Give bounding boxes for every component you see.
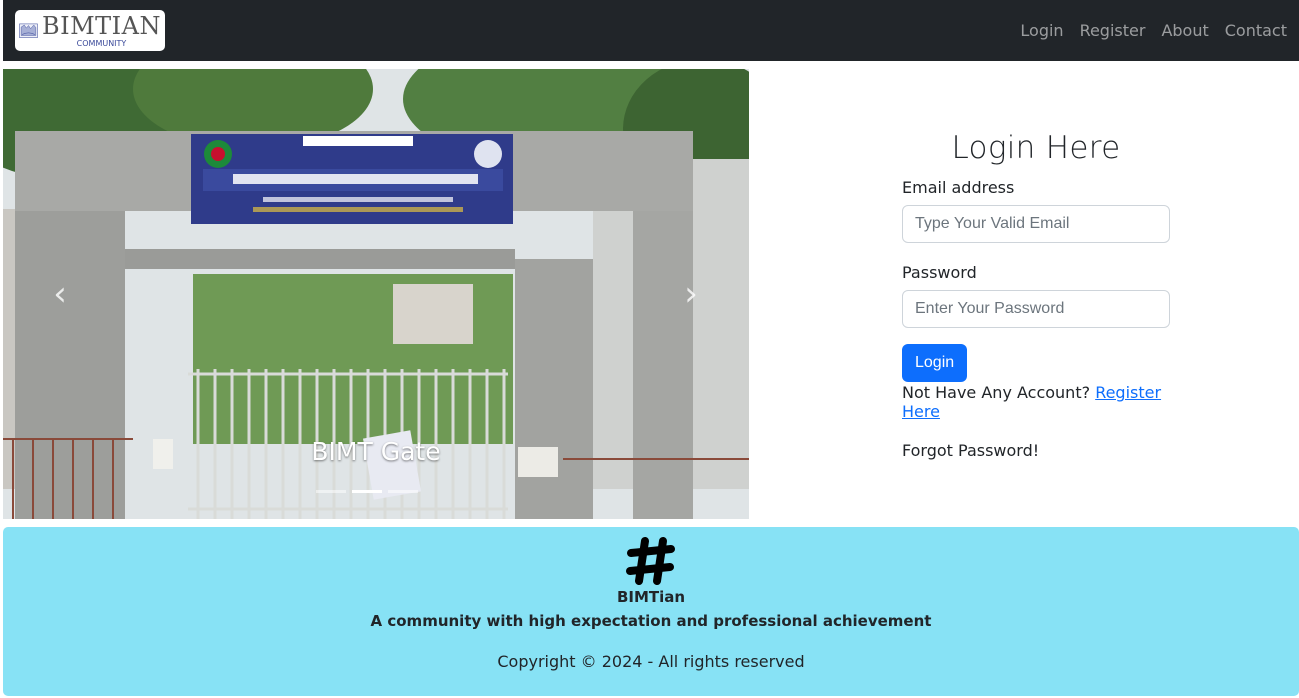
footer-brand-name: BIMTian [616, 588, 686, 606]
carousel-indicators [316, 490, 418, 493]
nav-links: Login Register About Contact [1020, 21, 1287, 40]
carousel-caption: BIMT Gate [311, 437, 441, 466]
book-logo-icon [19, 23, 38, 38]
no-account-text: Not Have Any Account? [902, 383, 1091, 402]
forgot-password-link[interactable]: Forgot Password! [902, 441, 1170, 460]
password-group: Password [902, 263, 1170, 328]
brand-title: BIMTIAN [41, 11, 161, 40]
carousel-prev-button[interactable]: ‹ [45, 274, 75, 314]
password-label: Password [902, 263, 977, 282]
nav-link-about[interactable]: About [1161, 21, 1208, 40]
login-title: Login Here [951, 130, 1121, 166]
password-input[interactable] [902, 290, 1170, 328]
nav-link-contact[interactable]: Contact [1225, 21, 1287, 40]
footer: BIMTian A community with high expectatio… [3, 527, 1299, 696]
email-label: Email address [902, 178, 1015, 197]
email-input[interactable] [902, 205, 1170, 243]
login-form: Login Here Email address Password Login … [902, 130, 1170, 460]
brand-logo[interactable]: BIMTIAN COMMUNITY [15, 10, 165, 51]
carousel-indicator-1[interactable] [316, 490, 346, 493]
navbar: BIMTIAN COMMUNITY Login Register About C… [3, 0, 1299, 61]
email-group: Email address [902, 178, 1170, 243]
nav-link-login[interactable]: Login [1020, 21, 1063, 40]
nav-link-register[interactable]: Register [1080, 21, 1146, 40]
brand-subtitle: COMMUNITY [76, 38, 127, 48]
carousel-indicator-2[interactable] [352, 490, 382, 493]
login-submit-button[interactable]: Login [902, 344, 968, 382]
footer-copyright: Copyright © 2024 - All rights reserved [497, 652, 805, 671]
no-account-row: Not Have Any Account? Register Here [902, 383, 1170, 421]
carousel-next-button[interactable]: › [676, 274, 706, 314]
brand-text: BIMTIAN COMMUNITY [42, 14, 161, 48]
footer-tagline: A community with high expectation and pr… [370, 612, 932, 630]
image-carousel: ‹ › BIMT Gate [3, 69, 749, 519]
hashtag-icon [626, 537, 675, 585]
carousel-indicator-3[interactable] [388, 490, 418, 493]
